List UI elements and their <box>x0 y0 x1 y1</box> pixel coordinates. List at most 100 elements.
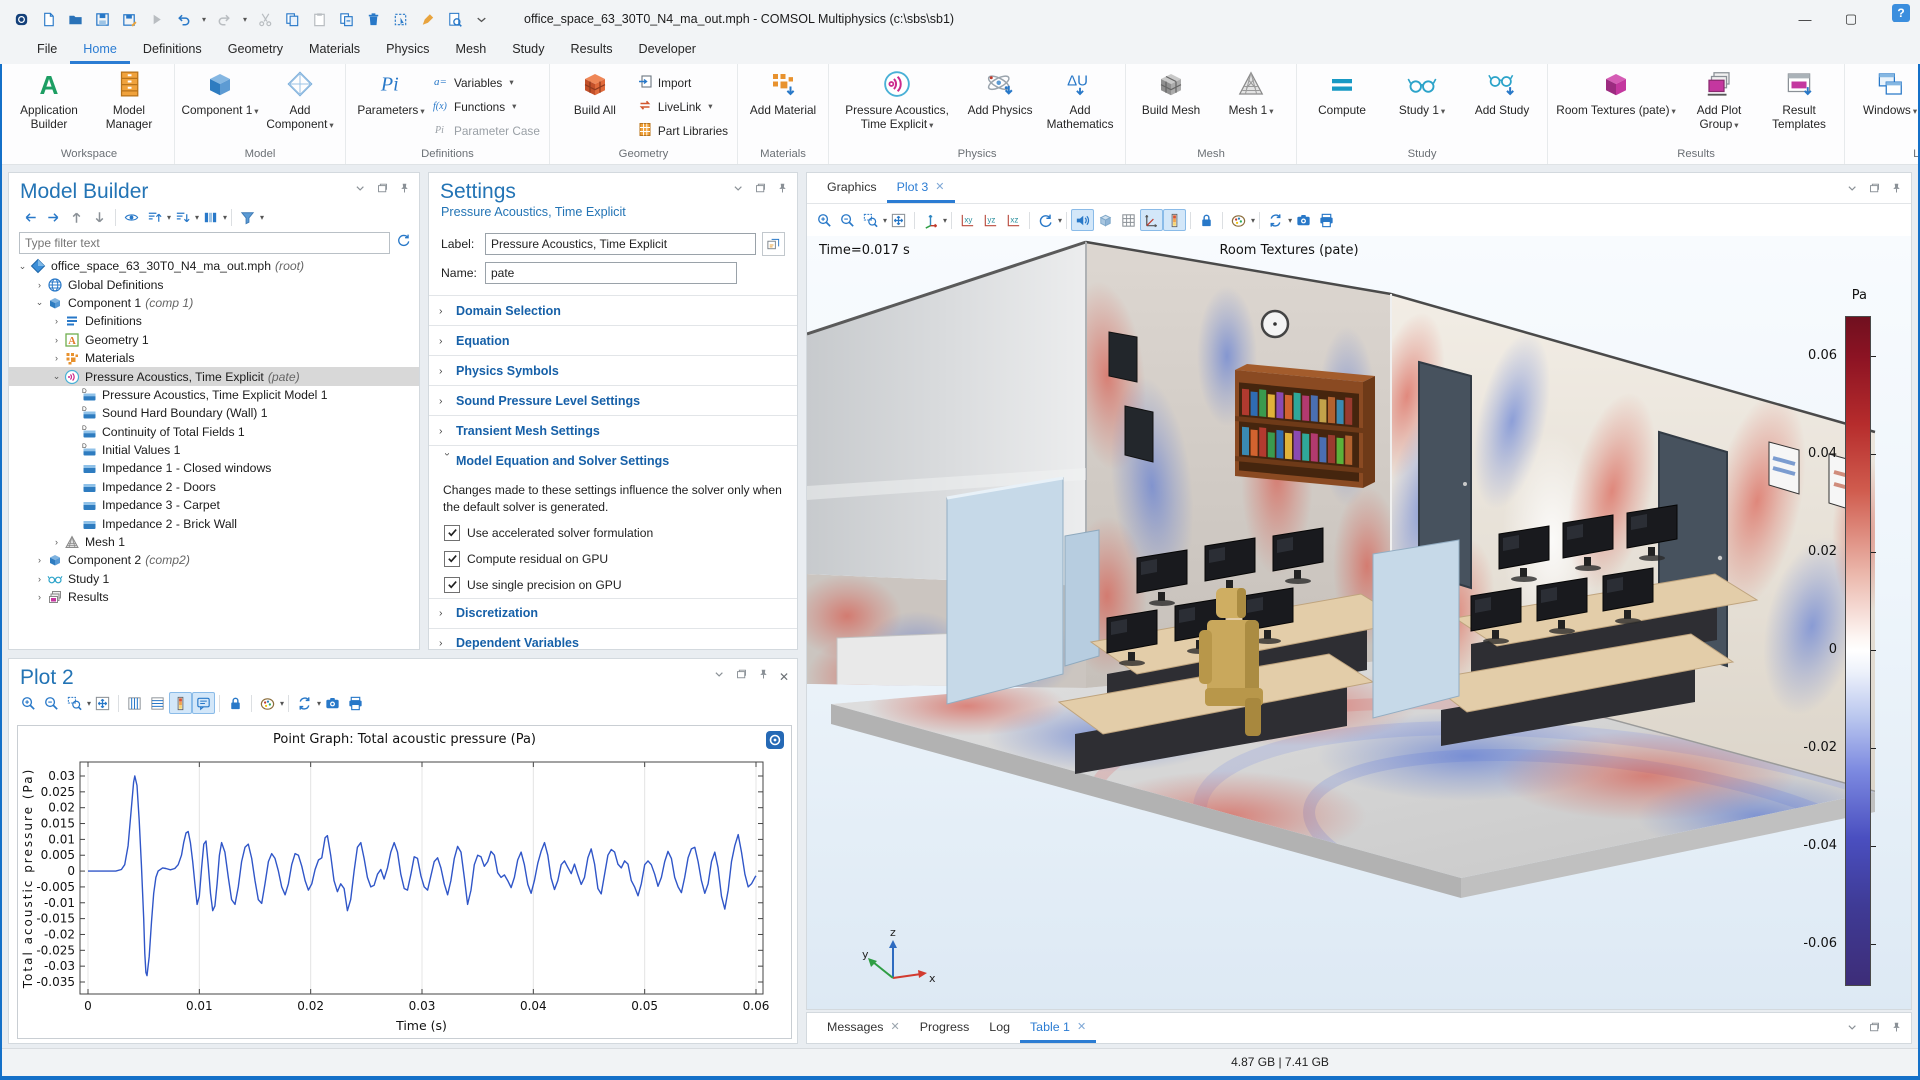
lock-icon[interactable] <box>224 692 247 714</box>
minimize-button[interactable]: — <box>1782 0 1828 38</box>
grid-icon[interactable] <box>1117 209 1140 231</box>
dropdown-caret-icon[interactable]: ▾ <box>243 15 247 24</box>
tree-expander-icon[interactable]: › <box>32 280 47 290</box>
float-panel-icon[interactable] <box>1868 182 1881 200</box>
settings-section-physics-symbols[interactable]: › Physics Symbols <box>429 355 797 385</box>
colorbar-toggle-icon[interactable] <box>169 692 193 714</box>
tree-item-materials[interactable]: › Materials <box>9 349 419 367</box>
transparency-icon[interactable] <box>1094 209 1117 231</box>
copy-icon[interactable] <box>283 10 301 28</box>
duplicate-icon[interactable] <box>337 10 355 28</box>
ribbon-button-add-mathematics[interactable]: ΔU Add Mathematics <box>1040 66 1120 132</box>
tree-item-pressure-acoustics-time-explicit-model-1[interactable]: D Pressure Acoustics, Time Explicit Model… <box>9 386 419 404</box>
pin-panel-icon[interactable] <box>757 668 770 686</box>
tree-item-impedance-1-closed-windows[interactable]: Impedance 1 - Closed windows <box>9 459 419 477</box>
tree-expander-icon[interactable]: ⌄ <box>32 297 47 308</box>
y-grid-icon[interactable] <box>146 692 169 714</box>
menu-item-file[interactable]: File <box>24 38 70 64</box>
dropdown-caret-icon[interactable]: ▾ <box>223 213 227 222</box>
menu-item-mesh[interactable]: Mesh <box>442 38 499 64</box>
zoom-in-icon[interactable] <box>17 692 40 714</box>
checkbox-checked[interactable] <box>444 550 460 567</box>
ribbon-button-parameters[interactable]: Pi Parameters ▾ <box>351 66 431 117</box>
zoom-out-icon[interactable] <box>836 209 859 231</box>
tab-plot-3[interactable]: Plot 3 ✕ <box>886 173 955 203</box>
axes-icon[interactable] <box>1140 209 1164 231</box>
dock-tab-progress[interactable]: Progress <box>910 1013 980 1043</box>
move-up-icon[interactable] <box>65 206 88 228</box>
menu-item-definitions[interactable]: Definitions <box>130 38 215 64</box>
back-icon[interactable] <box>19 206 42 228</box>
ribbon-button-model-manager[interactable]: Model Manager <box>89 66 169 132</box>
ribbon-button-build-mesh[interactable]: Build Mesh <box>1131 66 1211 117</box>
float-panel-icon[interactable] <box>754 182 767 200</box>
checkbox-row-use-accelerated-solver-formulation[interactable]: Use accelerated solver formulation <box>429 520 797 546</box>
ribbon-button-add-physics[interactable]: Add Physics <box>960 66 1040 117</box>
zoom-box-icon[interactable] <box>63 692 86 714</box>
panel-menu-icon[interactable] <box>713 668 726 686</box>
dropdown-caret-icon[interactable]: ▾ <box>260 213 264 222</box>
float-panel-icon[interactable] <box>735 668 748 686</box>
forward-icon[interactable] <box>42 206 65 228</box>
ribbon-button-functions[interactable]: f(x) Functions ▾ <box>433 97 540 116</box>
tree-item-component-2[interactable]: › Component 2 (comp2) <box>9 551 419 569</box>
print-icon[interactable] <box>344 692 367 714</box>
tree-item-impedance-2-brick-wall[interactable]: Impedance 2 - Brick Wall <box>9 514 419 532</box>
refresh-icon[interactable] <box>396 233 411 253</box>
dock-tab-messages[interactable]: Messages ✕ <box>817 1013 910 1043</box>
tree-item-geometry-1[interactable]: › A Geometry 1 <box>9 331 419 349</box>
checkbox-row-compute-residual-on-gpu[interactable]: Compute residual on GPU <box>429 546 797 572</box>
columns-icon[interactable] <box>199 206 222 228</box>
settings-section-discretization[interactable]: › Discretization <box>429 597 797 628</box>
menu-item-results[interactable]: Results <box>558 38 626 64</box>
palette-icon[interactable] <box>256 692 279 714</box>
view-xy-icon[interactable]: xy <box>956 209 979 231</box>
ribbon-button-study-1[interactable]: Study 1 ▾ <box>1382 66 1462 117</box>
plot2-canvas[interactable]: Point Graph: Total acoustic pressure (Pa… <box>17 725 792 1039</box>
panel-menu-icon[interactable] <box>1846 182 1859 200</box>
tree-item-sound-hard-boundary-wall-1[interactable]: D Sound Hard Boundary (Wall) 1 <box>9 404 419 422</box>
float-panel-icon[interactable] <box>1868 1021 1881 1039</box>
close-tab-icon[interactable]: ✕ <box>935 180 944 193</box>
annotation-icon[interactable] <box>192 692 216 714</box>
ribbon-button-import[interactable]: Import <box>637 73 728 92</box>
marker-icon[interactable] <box>418 10 436 28</box>
expand-icon[interactable] <box>171 206 194 228</box>
settings-section-model-equation-and-solver-settings[interactable]: › Model Equation and Solver Settings <box>429 445 797 475</box>
menu-item-geometry[interactable]: Geometry <box>215 38 296 64</box>
show-icon[interactable] <box>120 206 143 228</box>
zoom-box-icon[interactable] <box>859 209 882 231</box>
ribbon-button-pressure-acoustics-time-explicit[interactable]: Pressure Acoustics, Time Explicit ▾ <box>834 66 960 132</box>
palette-icon[interactable] <box>1227 209 1250 231</box>
panel-menu-icon[interactable] <box>732 182 745 200</box>
colorbar-toggle-icon[interactable] <box>1163 209 1187 231</box>
filter-icon[interactable] <box>236 206 259 228</box>
new-file-icon[interactable] <box>39 10 57 28</box>
help-button[interactable]: ? <box>1892 4 1910 22</box>
ribbon-button-room-textures-pate[interactable]: Room Textures (pate) ▾ <box>1553 66 1679 117</box>
tree-expander-icon[interactable]: › <box>32 592 47 602</box>
dropdown-caret-icon[interactable]: ▾ <box>1251 216 1255 225</box>
ribbon-button-mesh-1[interactable]: Mesh 1 ▾ <box>1211 66 1291 117</box>
dropdown-caret-icon[interactable]: ▾ <box>1058 216 1062 225</box>
settings-section-sound-pressure-level-settings[interactable]: › Sound Pressure Level Settings <box>429 385 797 415</box>
panel-menu-icon[interactable] <box>354 182 367 200</box>
ribbon-button-add-plot-group[interactable]: Add Plot Group ▾ <box>1679 66 1759 132</box>
ribbon-button-compute[interactable]: Compute <box>1302 66 1382 117</box>
ribbon-button-part-libraries[interactable]: Part Libraries <box>637 121 728 140</box>
tree-expander-icon[interactable]: › <box>49 353 64 363</box>
close-tab-icon[interactable]: ✕ <box>1077 1020 1086 1033</box>
sound-icon[interactable] <box>1071 209 1095 231</box>
menu-item-materials[interactable]: Materials <box>296 38 373 64</box>
close-tab-icon[interactable]: ✕ <box>890 1020 899 1033</box>
tree-item-mesh-1[interactable]: › Mesh 1 <box>9 533 419 551</box>
camera-icon[interactable] <box>321 692 344 714</box>
ribbon-button-add-material[interactable]: Add Material <box>743 66 823 117</box>
rename-label-button[interactable] <box>762 232 785 256</box>
ribbon-button-add-component[interactable]: Add Component ▾ <box>260 66 340 132</box>
dropdown-caret-icon[interactable]: ▾ <box>943 216 947 225</box>
x-grid-icon[interactable] <box>123 692 146 714</box>
ribbon-button-component-1[interactable]: Component 1 ▾ <box>180 66 260 117</box>
undo-icon[interactable] <box>174 10 192 28</box>
tree-expander-icon[interactable]: › <box>32 574 47 584</box>
